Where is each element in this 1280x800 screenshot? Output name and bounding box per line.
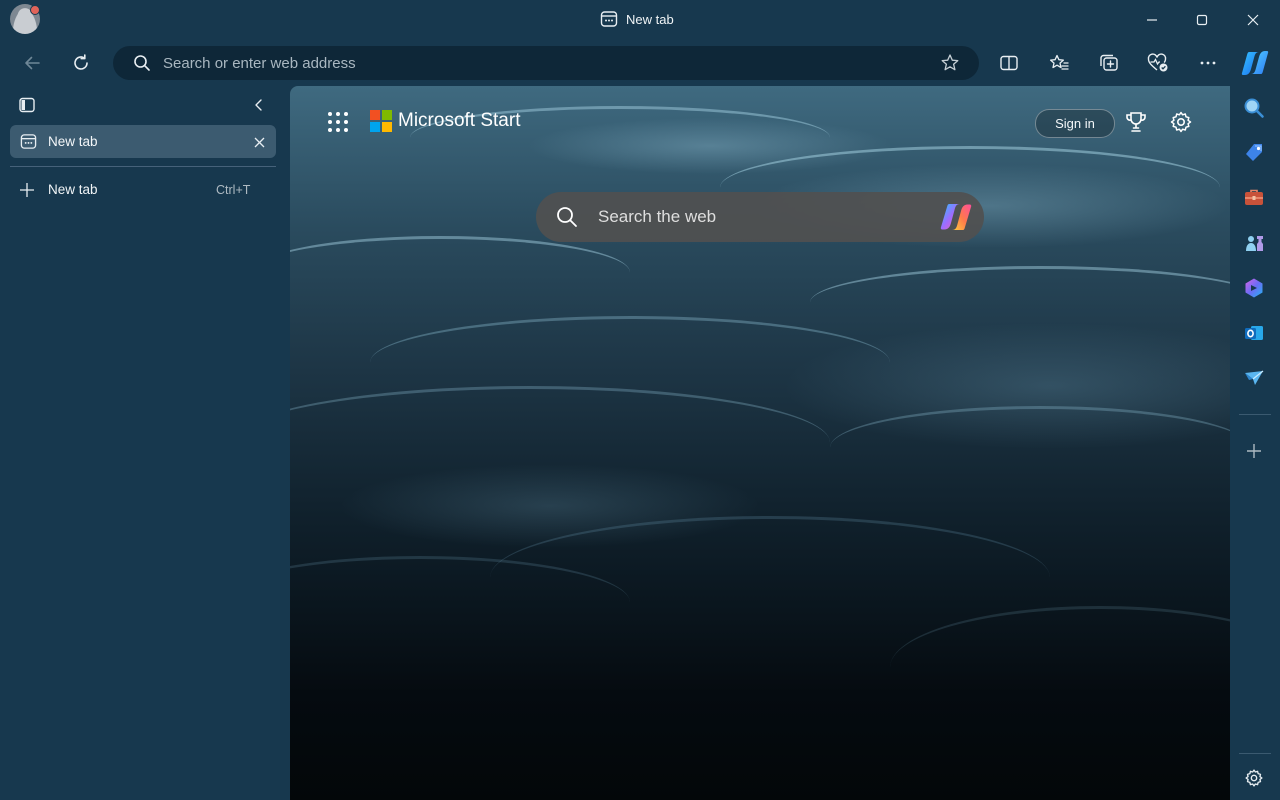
sign-in-button[interactable]: Sign in [1035, 109, 1115, 138]
copilot-icon [1240, 49, 1270, 77]
tools-icon [1243, 187, 1265, 209]
rewards-button[interactable] [1121, 107, 1151, 137]
sidebar-games-button[interactable] [1236, 225, 1272, 261]
star-icon[interactable] [940, 53, 960, 73]
close-icon [254, 137, 265, 148]
new-tab-shortcut: Ctrl+T [216, 183, 251, 197]
settings-icon [1244, 768, 1264, 788]
tab-page-icon [600, 10, 618, 28]
microsoft-365-icon [1243, 277, 1265, 299]
refresh-button[interactable] [63, 45, 99, 81]
chevron-left-icon [252, 98, 266, 112]
sidebar-add-button[interactable] [1236, 433, 1272, 469]
new-tab-button[interactable]: New tab Ctrl+T [10, 176, 276, 204]
notification-dot [30, 5, 40, 15]
address-bar[interactable] [113, 46, 979, 80]
copilot-icon[interactable] [938, 200, 974, 234]
split-screen-button[interactable] [991, 45, 1027, 81]
refresh-icon [71, 53, 91, 73]
sidebar-microsoft-365-button[interactable] [1236, 270, 1272, 306]
maximize-icon [1196, 14, 1208, 26]
back-button[interactable] [14, 45, 50, 81]
sidebar-shopping-button[interactable] [1236, 135, 1272, 171]
close-window-button[interactable] [1228, 0, 1278, 40]
browser-essentials-icon [1147, 53, 1169, 73]
search-icon [556, 206, 578, 228]
window-title: New tab [600, 8, 674, 30]
shopping-tag-icon [1243, 142, 1265, 164]
tab-divider [10, 166, 276, 167]
new-tab-label: New tab [48, 182, 98, 197]
add-icon [1246, 443, 1262, 459]
window-title-text: New tab [626, 11, 674, 27]
close-icon [1247, 14, 1259, 26]
sidebar-divider [1239, 753, 1271, 754]
page-settings-button[interactable] [1166, 107, 1196, 137]
favorites-icon [1049, 53, 1069, 73]
tab-item-new-tab[interactable]: New tab [10, 125, 276, 158]
more-icon [1198, 53, 1218, 73]
close-tab-button[interactable] [250, 133, 268, 151]
plus-icon [19, 182, 35, 198]
address-input[interactable] [163, 46, 903, 80]
web-search-input[interactable] [598, 192, 918, 242]
sidebar-drop-button[interactable] [1236, 360, 1272, 396]
maximize-button[interactable] [1177, 0, 1227, 40]
apps-launcher-button[interactable] [322, 106, 354, 138]
tab-panel-icon [18, 96, 36, 114]
collections-button[interactable] [1091, 45, 1127, 81]
more-button[interactable] [1190, 45, 1226, 81]
sidebar-outlook-button[interactable] [1236, 315, 1272, 351]
microsoft-logo-icon [370, 110, 392, 132]
sidebar-divider [1239, 414, 1271, 415]
search-icon [1243, 97, 1265, 119]
tab-page-icon [20, 133, 37, 150]
trophy-icon [1124, 110, 1148, 134]
app-grid-icon [327, 111, 349, 133]
minimize-button[interactable] [1127, 0, 1177, 40]
split-screen-icon [999, 53, 1019, 73]
collapse-pane-button[interactable] [246, 92, 272, 118]
minimize-icon [1146, 14, 1158, 26]
drop-icon [1243, 367, 1265, 389]
games-icon [1243, 232, 1265, 254]
sidebar-tools-button[interactable] [1236, 180, 1272, 216]
back-icon [22, 53, 42, 73]
tab-actions-button[interactable] [14, 92, 40, 118]
microsoft-start-brand[interactable]: Microsoft Start [370, 108, 520, 134]
search-icon [133, 54, 151, 72]
web-search-box[interactable] [536, 192, 984, 242]
collections-icon [1099, 53, 1119, 73]
sidebar-search-button[interactable] [1236, 90, 1272, 126]
sidebar-settings-button[interactable] [1236, 760, 1272, 796]
copilot-button[interactable] [1237, 45, 1273, 81]
sign-in-label: Sign in [1055, 116, 1095, 131]
tab-label: New tab [48, 134, 98, 149]
browser-essentials-button[interactable] [1140, 45, 1176, 81]
favorites-button[interactable] [1041, 45, 1077, 81]
gear-icon [1169, 110, 1193, 134]
outlook-icon [1243, 322, 1265, 344]
brand-label: Microsoft Start [398, 110, 521, 131]
